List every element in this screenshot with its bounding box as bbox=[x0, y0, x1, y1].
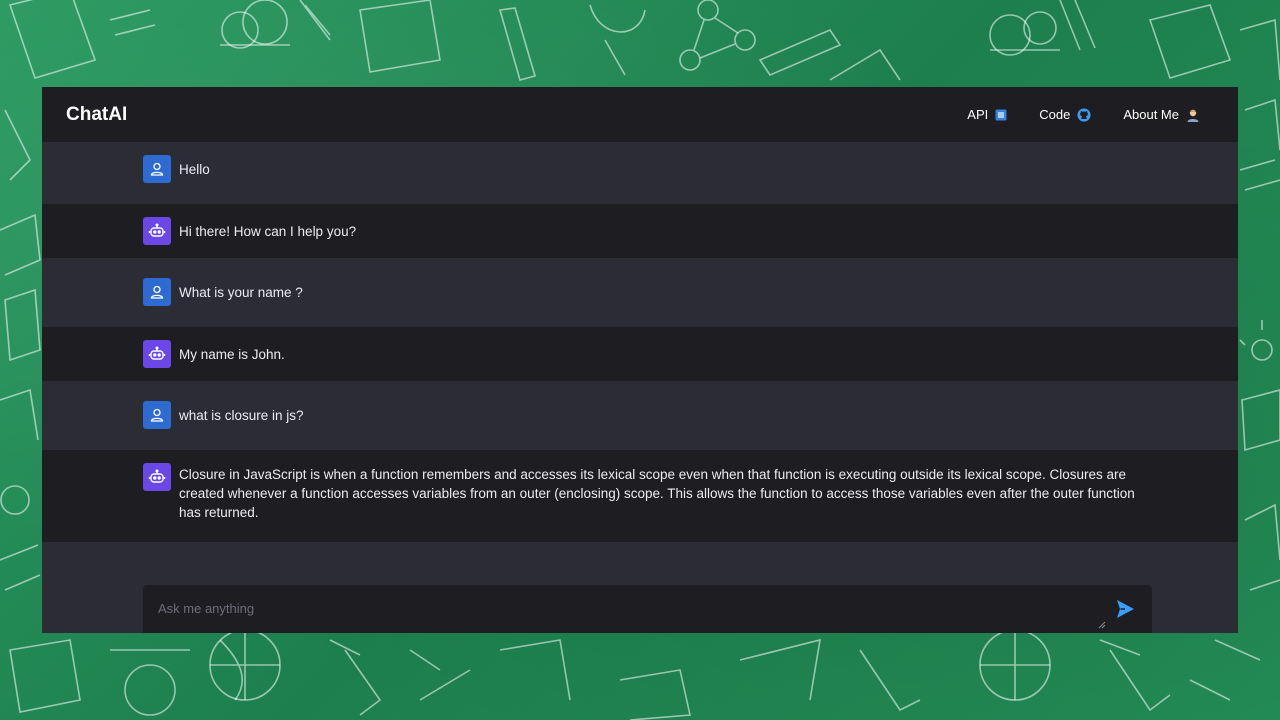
nav-links: API Code About Me bbox=[967, 107, 1200, 122]
send-button[interactable] bbox=[1113, 597, 1137, 621]
bot-avatar bbox=[143, 340, 171, 368]
user-avatar bbox=[143, 401, 171, 429]
brand-logo[interactable]: ChatAI bbox=[66, 104, 127, 126]
prompt-input[interactable] bbox=[143, 585, 1093, 633]
user-icon bbox=[150, 285, 164, 299]
user-message: Hello bbox=[42, 142, 1238, 204]
composer bbox=[143, 585, 1152, 633]
bot-message: Closure in JavaScript is when a function… bbox=[42, 450, 1238, 542]
nav-about-link[interactable]: About Me bbox=[1123, 107, 1200, 122]
user-icon bbox=[150, 162, 164, 176]
bot-avatar bbox=[143, 463, 171, 491]
chip-icon bbox=[995, 109, 1007, 121]
message-text: What is your name ? bbox=[179, 285, 303, 300]
robot-icon bbox=[148, 223, 166, 237]
robot-icon bbox=[148, 346, 166, 360]
message-text: Hi there! How can I help you? bbox=[179, 224, 357, 239]
nav-about-label: About Me bbox=[1123, 107, 1179, 122]
bot-message: Hi there! How can I help you? bbox=[42, 204, 1238, 258]
nav-api-link[interactable]: API bbox=[967, 107, 1007, 122]
chat-app-window: ChatAI API Code About Me Hello Hi there!… bbox=[42, 87, 1238, 633]
person-icon bbox=[1186, 108, 1200, 122]
nav-code-link[interactable]: Code bbox=[1039, 107, 1091, 122]
chat-thread: Hello Hi there! How can I help you? What… bbox=[42, 142, 1238, 542]
user-message: what is closure in js? bbox=[42, 381, 1238, 450]
user-avatar bbox=[143, 278, 171, 306]
message-text: My name is John. bbox=[179, 347, 285, 362]
navbar: ChatAI API Code About Me bbox=[42, 87, 1238, 142]
resize-handle-icon[interactable] bbox=[1098, 621, 1106, 629]
message-text: Closure in JavaScript is when a function… bbox=[179, 467, 1135, 520]
nav-api-label: API bbox=[967, 107, 989, 122]
message-text: what is closure in js? bbox=[179, 408, 304, 423]
robot-icon bbox=[148, 469, 166, 483]
bot-avatar bbox=[143, 217, 171, 245]
nav-code-label: Code bbox=[1039, 107, 1071, 122]
user-icon bbox=[150, 408, 164, 422]
message-text: Hello bbox=[179, 162, 210, 177]
user-avatar bbox=[143, 155, 171, 183]
bot-message: My name is John. bbox=[42, 327, 1238, 381]
github-icon bbox=[1077, 107, 1091, 122]
user-message: What is your name ? bbox=[42, 258, 1238, 327]
